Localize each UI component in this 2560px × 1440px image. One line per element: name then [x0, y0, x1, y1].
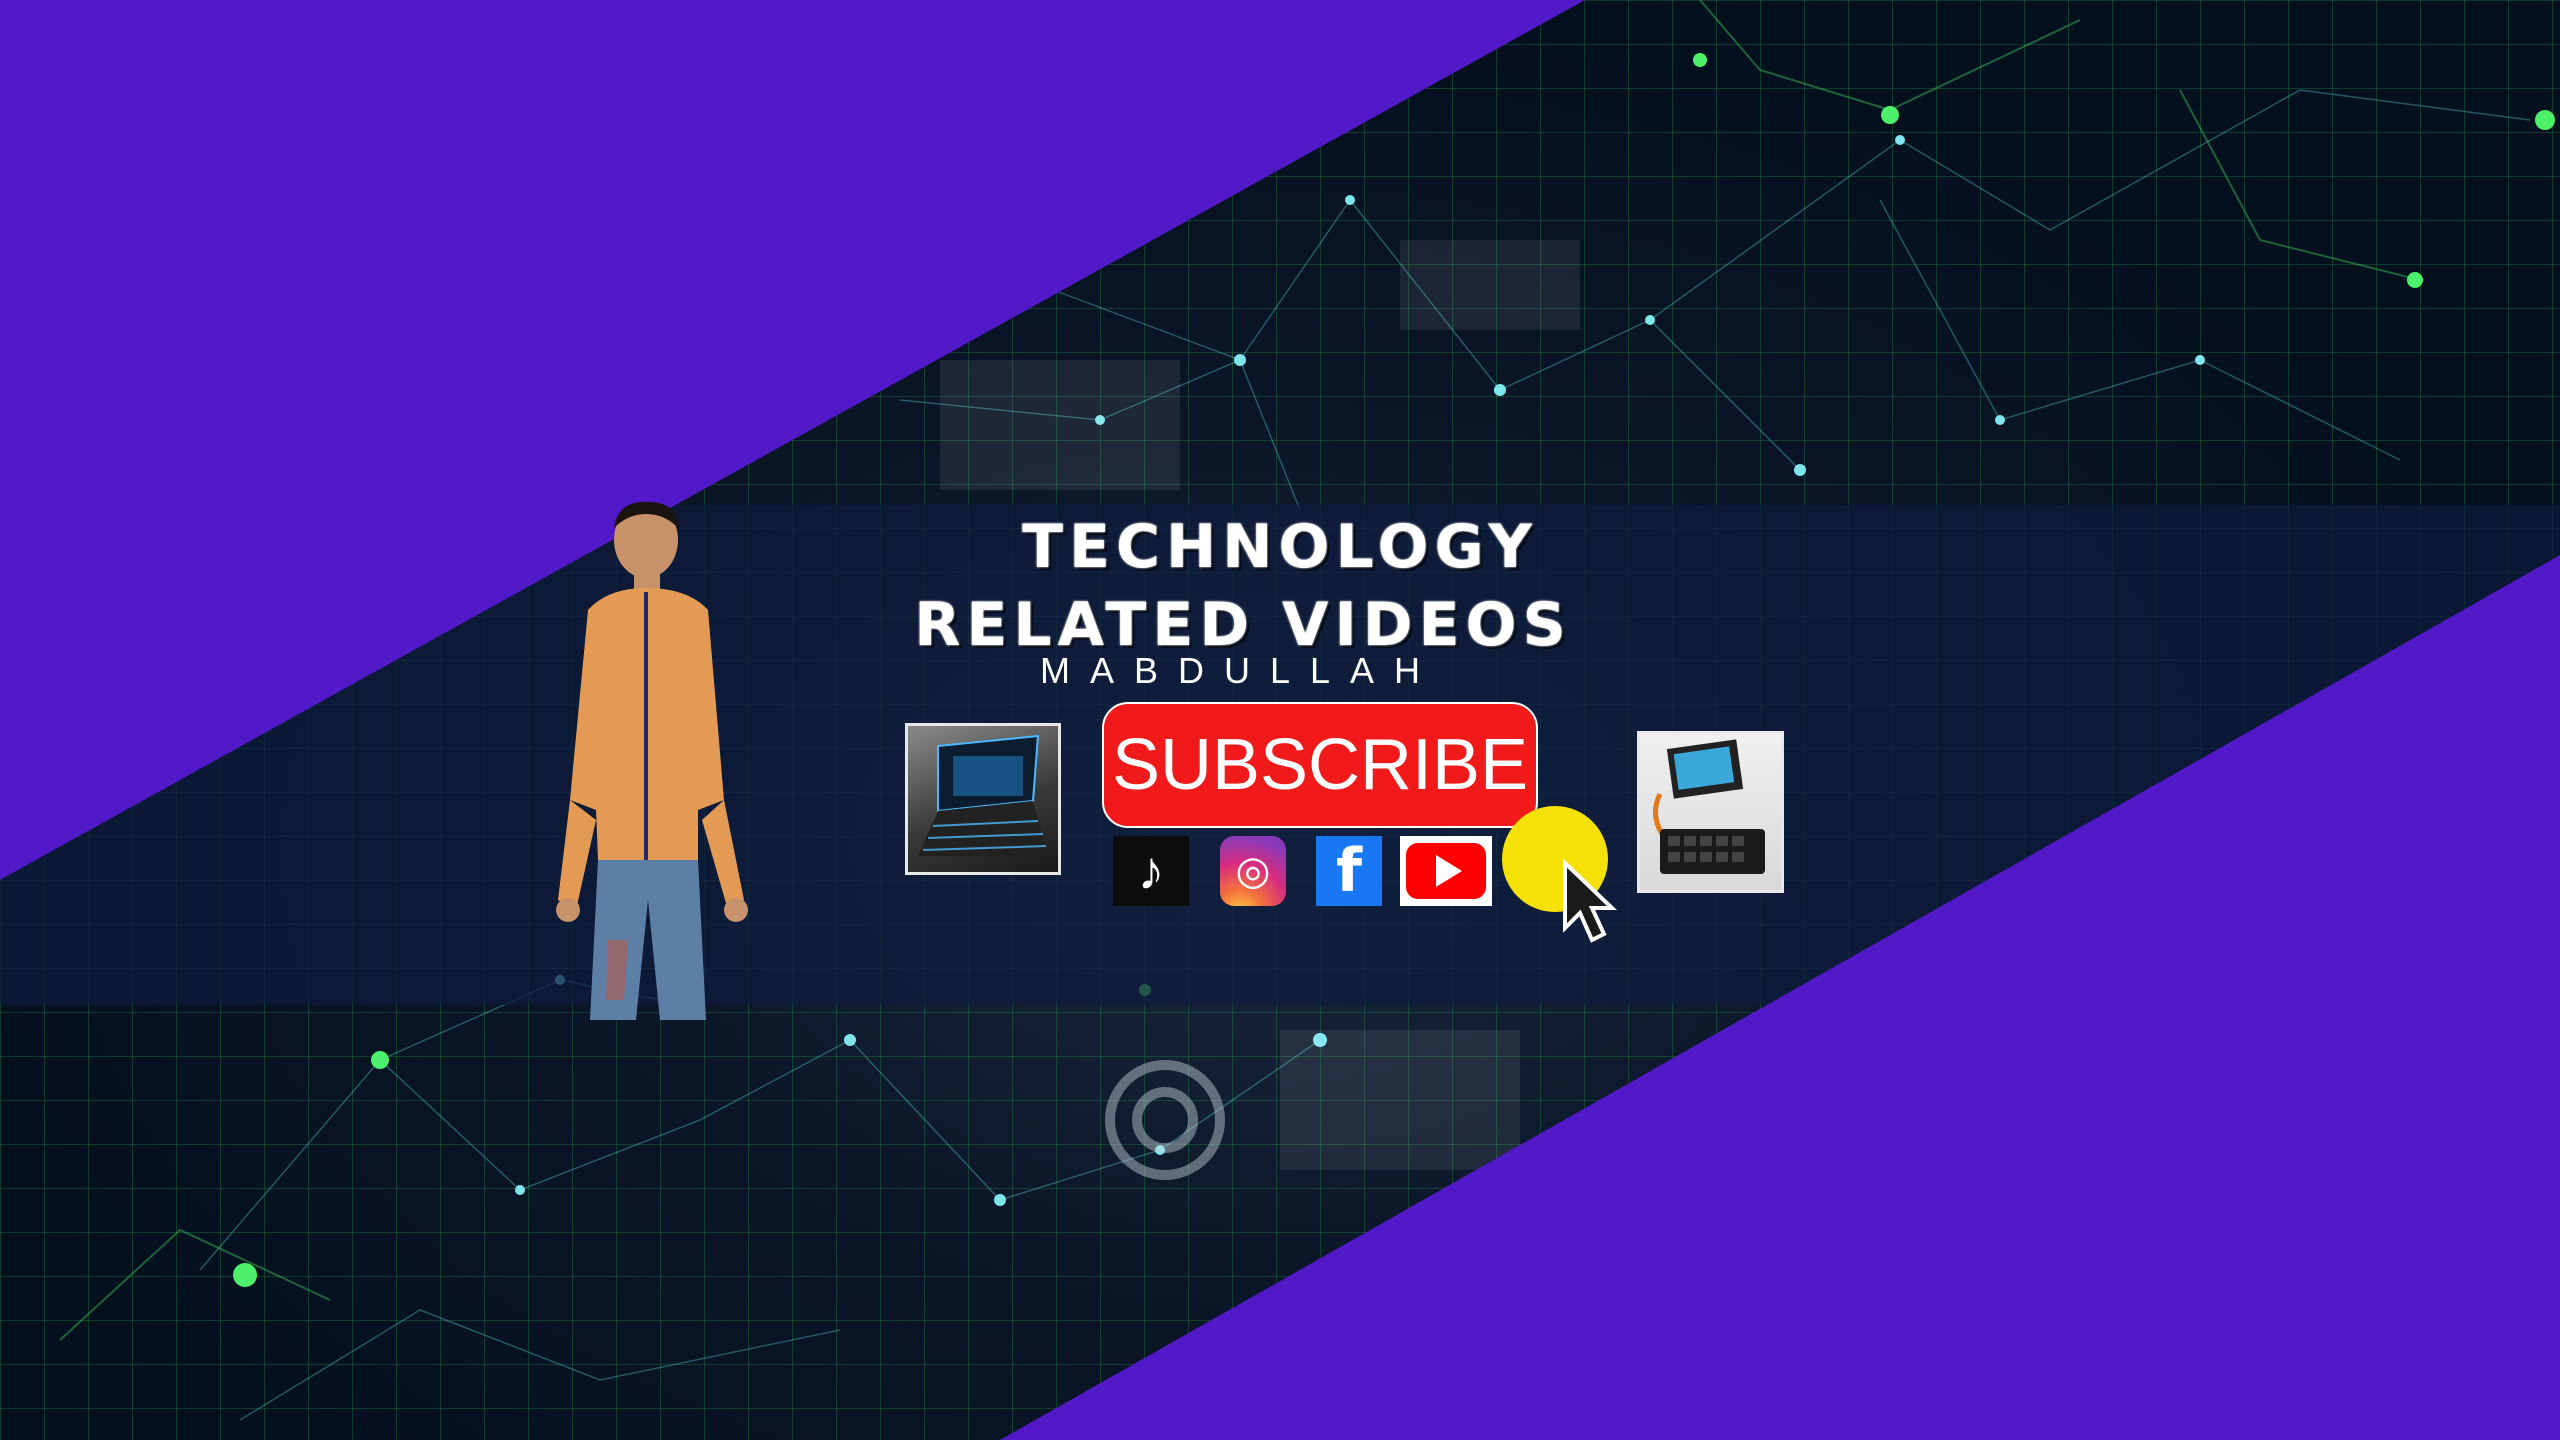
- tiktok-icon[interactable]: ♪: [1113, 836, 1189, 906]
- instagram-icon[interactable]: ◎: [1220, 836, 1286, 906]
- subscribe-button[interactable]: SUBSCRIBE: [1102, 702, 1538, 828]
- youtube-icon[interactable]: [1400, 836, 1492, 906]
- facebook-icon[interactable]: f: [1316, 836, 1382, 906]
- laptop-thumbnail: [905, 723, 1061, 875]
- mini-computer-thumbnail: [1637, 731, 1784, 893]
- channel-name: MABDULLAH: [1039, 650, 1441, 691]
- banner-title-line1: TECHNOLOGY: [1022, 512, 1538, 582]
- cursor-pointer-icon: [1563, 858, 1617, 943]
